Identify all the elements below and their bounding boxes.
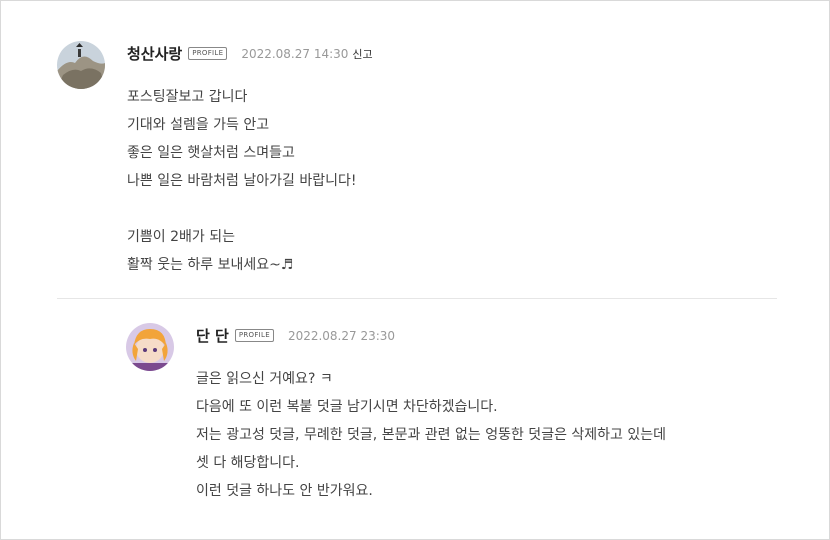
comment-date: 2022.08.27 23:30 [287, 328, 396, 343]
comment-line: 이런 덧글 하나도 안 반가워요. [196, 483, 373, 499]
report-link[interactable]: 신고 [352, 46, 372, 62]
comment-line: 기대와 설렘을 가득 안고 [127, 117, 270, 133]
comment-author[interactable]: 단 단 [196, 325, 229, 346]
avatar[interactable] [126, 323, 174, 371]
comment-line: 글은 읽으신 거예요? ㅋ [196, 371, 333, 387]
comment-date: 2022.08.27 14:30 [241, 46, 349, 61]
comment-body: 포스팅잘보고 갑니다 기대와 설렘을 가득 안고 좋은 일은 햇살처럼 스며들고… [127, 83, 357, 279]
comment-line: 나쁜 일은 바람처럼 날아가길 바랍니다! [127, 173, 357, 189]
comment-section: 청산사랑 PROFILE 2022.08.27 14:30 신고 포스팅잘보고 … [0, 0, 830, 540]
comment-line: 기쁨이 2배가 되는 [127, 229, 235, 245]
avatar[interactable] [57, 41, 105, 89]
comment-line: 셋 다 해당합니다. [196, 455, 300, 471]
comment-line: 다음에 또 이런 복붙 덧글 남기시면 차단하겠습니다. [196, 399, 498, 415]
comment-line: 포스팅잘보고 갑니다 [127, 89, 248, 105]
comment-line: 저는 광고성 덧글, 무례한 덧글, 본문과 관련 없는 엉뚱한 덧글은 삭제하… [196, 427, 667, 443]
comment-author[interactable]: 청산사랑 [127, 43, 182, 64]
comment-divider [57, 298, 777, 299]
comment-line: 좋은 일은 햇살처럼 스며들고 [127, 145, 295, 161]
comment-body: 글은 읽으신 거예요? ㅋ 다음에 또 이런 복붙 덧글 남기시면 차단하겠습니… [196, 365, 666, 505]
comment-line: 활짝 웃는 하루 보내세요~♬ [127, 257, 294, 273]
profile-badge[interactable]: PROFILE [188, 47, 228, 60]
profile-badge[interactable]: PROFILE [234, 329, 274, 342]
comment-line [127, 195, 357, 223]
